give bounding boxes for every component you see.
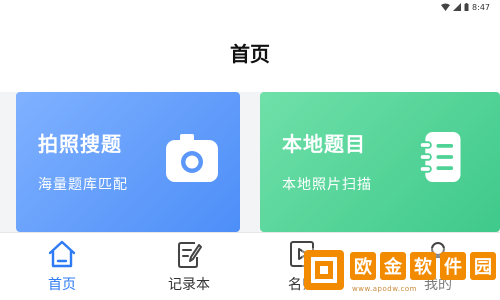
tab-home[interactable]: 首页 <box>22 239 102 299</box>
local-questions-title: 本地题目 <box>282 132 366 156</box>
note-edit-icon <box>178 242 202 268</box>
watermark-logo-icon <box>304 250 344 290</box>
watermark-char: 件 <box>440 252 466 280</box>
notebook-icon <box>418 132 461 182</box>
signal-icon <box>453 3 462 11</box>
watermark-char: 软 <box>410 252 436 280</box>
tab-notebook-label: 记录本 <box>168 277 210 293</box>
local-questions-subtitle: 本地照片扫描 <box>282 177 372 193</box>
camera-icon <box>166 134 218 182</box>
home-icon <box>48 240 76 268</box>
watermark-url: www.apodw.com <box>352 285 417 293</box>
watermark-char: 园 <box>470 252 496 280</box>
watermark-text: 欧 金 软 件 园 <box>350 252 496 280</box>
page-title: 首页 <box>230 42 270 66</box>
wifi-icon <box>441 3 451 11</box>
local-questions-card[interactable]: 本地题目 本地照片扫描 <box>260 92 500 232</box>
photo-search-title: 拍照搜题 <box>38 132 122 156</box>
watermark: 欧 金 软 件 园 www.apodw.com <box>302 248 500 300</box>
watermark-char: 欧 <box>350 252 376 280</box>
status-bar: 8:47 <box>0 0 500 14</box>
battery-icon <box>464 3 469 11</box>
tab-notebook[interactable]: 记录本 <box>149 239 229 299</box>
tab-home-label: 首页 <box>48 277 76 293</box>
status-time: 8:47 <box>472 2 490 12</box>
photo-search-subtitle: 海量题库匹配 <box>38 177 128 193</box>
watermark-char: 金 <box>380 252 406 280</box>
photo-search-card[interactable]: 拍照搜题 海量题库匹配 <box>16 92 240 232</box>
